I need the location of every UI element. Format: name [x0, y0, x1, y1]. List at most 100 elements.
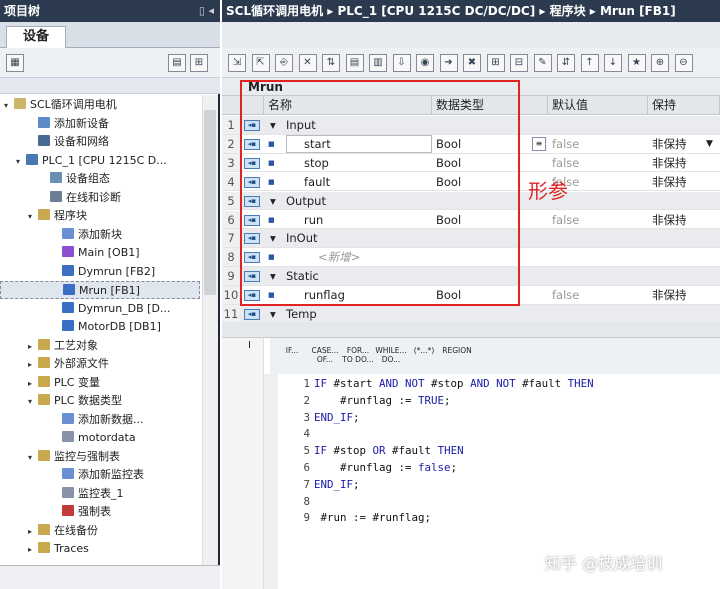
code-line[interactable]: 6 #runflag := false; [280, 460, 457, 477]
param-retain[interactable]: 非保持 [652, 211, 687, 229]
tree-item[interactable]: 添加新块 [0, 226, 200, 244]
add-row-icon[interactable]: ⇱ [251, 54, 270, 72]
tree-item[interactable]: ▾ SCL循环调用电机 [0, 96, 200, 114]
expand-toggle-icon[interactable]: ▾ [28, 393, 38, 410]
keyword-button[interactable]: REGION [441, 342, 473, 370]
keyword-button[interactable]: IF... [276, 342, 308, 370]
expand-toggle-icon[interactable]: ▸ [28, 338, 38, 355]
expand-toggle-icon[interactable]: ▸ [28, 375, 38, 392]
code-text[interactable]: END_IF; [314, 478, 360, 491]
tree-item[interactable]: ▸ 工艺对象 [0, 337, 200, 355]
tree-item[interactable]: motordata [0, 429, 200, 447]
code-line[interactable]: 4 [280, 426, 314, 443]
tree-item[interactable]: MotorDB [DB1] [0, 318, 200, 336]
expand-icon[interactable]: ⊕ [651, 54, 669, 72]
tree-item[interactable]: ▸ 在线备份 [0, 522, 200, 540]
goto-icon[interactable]: ➜ [439, 54, 458, 72]
keyword-button[interactable]: FOR... TO DO... [342, 342, 374, 370]
param-retain[interactable]: 非保持 [652, 286, 687, 304]
code-text[interactable]: IF #start AND NOT #stop AND NOT #fault T… [314, 377, 594, 390]
expand-toggle-icon[interactable]: ▸ [28, 523, 38, 540]
insert-network-icon[interactable]: ⎆ [275, 54, 293, 72]
code-line[interactable]: 9 #run := #runflag; [280, 510, 431, 527]
param-default[interactable]: false [552, 211, 579, 229]
view-list-icon[interactable]: ▥ [369, 54, 387, 72]
tree-item[interactable]: 强制表 [0, 503, 200, 521]
download-icon[interactable]: ⇩ [392, 54, 411, 72]
retain-dropdown-icon[interactable]: ▼ [706, 135, 713, 153]
code-line[interactable]: 5 IF #stop OR #fault THEN [280, 443, 464, 460]
tree-item[interactable]: Main [OB1] [0, 244, 200, 262]
tree-item[interactable]: ▸ Traces [0, 540, 200, 558]
pin-icon[interactable]: ▯ ◂ [199, 0, 214, 22]
tree-item[interactable]: ▾ 程序块 [0, 207, 200, 225]
tree-item[interactable]: ▸ 外部源文件 [0, 355, 200, 373]
param-retain[interactable]: 非保持 [652, 173, 687, 191]
col-header-default[interactable]: 默认值 [548, 96, 648, 115]
code-text[interactable]: #runflag := false; [314, 461, 457, 474]
tree-item[interactable]: Dymrun [FB2] [0, 263, 200, 281]
code-text[interactable]: END_IF; [314, 411, 360, 424]
favorites-icon[interactable]: ★ [627, 54, 646, 72]
col-header-retain[interactable]: 保持 [648, 96, 720, 115]
tree-item[interactable]: 添加新设备 [0, 115, 200, 133]
tree-item[interactable]: ▸ PLC 变量 [0, 374, 200, 392]
down-icon[interactable]: ↓ [604, 54, 622, 72]
collapse-icon[interactable]: ⊖ [674, 54, 693, 72]
add-device-icon[interactable]: ⊞ [190, 54, 208, 72]
close-all-icon[interactable]: ⊟ [510, 54, 528, 72]
expand-toggle-icon[interactable]: ▾ [28, 208, 38, 225]
up-icon[interactable]: ↑ [580, 54, 599, 72]
code-line[interactable]: 1 IF #start AND NOT #stop AND NOT #fault … [280, 376, 594, 393]
code-line[interactable]: 7 END_IF; [280, 477, 360, 494]
tree-item[interactable]: 设备和网络 [0, 133, 200, 151]
tree-item[interactable]: Dymrun_DB [D... [0, 300, 200, 318]
expand-toggle-icon[interactable]: ▸ [28, 541, 38, 558]
close-icon[interactable]: ✖ [463, 54, 481, 72]
code-text[interactable]: #runflag := TRUE; [314, 394, 451, 407]
tree-item[interactable]: ▾ 监控与强制表 [0, 448, 200, 466]
insert-row-icon[interactable]: ⇲ [228, 54, 246, 72]
tree-view-icon[interactable]: ▦ [6, 54, 24, 72]
keyword-button[interactable]: WHILE... DO... [375, 342, 407, 370]
code-line[interactable]: 3 END_IF; [280, 410, 360, 427]
tree-scroll-thumb[interactable] [204, 110, 216, 295]
tree-item[interactable]: 添加新数据... [0, 411, 200, 429]
tab-devices[interactable]: 设备 [6, 26, 66, 48]
tree-item[interactable]: 设备组态 [0, 170, 200, 188]
tree-item[interactable]: 添加新监控表 [0, 466, 200, 484]
expand-toggle-icon[interactable]: ▾ [16, 153, 26, 170]
tree-item[interactable]: 在线和诊断 [0, 189, 200, 207]
param-retain[interactable]: 非保持 [652, 154, 687, 172]
param-default[interactable]: false [552, 135, 579, 153]
param-default[interactable]: false [552, 154, 579, 172]
code-text[interactable]: #run := #runflag; [314, 511, 432, 524]
tree-item[interactable]: Mrun [FB1] [0, 281, 200, 299]
expand-toggle-icon[interactable]: ▾ [4, 97, 14, 114]
monitor-icon[interactable]: ◉ [416, 54, 434, 72]
param-retain[interactable]: 非保持 [652, 135, 687, 153]
type-list-icon[interactable]: ≡ [532, 136, 546, 151]
table-view-icon[interactable]: ▤ [168, 54, 186, 72]
reorder-icon[interactable]: ⇅ [322, 54, 340, 72]
tree-item[interactable]: ▾ PLC_1 [CPU 1215C D... [0, 152, 200, 170]
view-compact-icon[interactable]: ▤ [345, 54, 364, 72]
editor-splitter[interactable] [222, 322, 720, 338]
param-default[interactable]: false [552, 286, 579, 304]
code-line[interactable]: 2 #runflag := TRUE; [280, 393, 451, 410]
tree-item[interactable]: ▾ PLC 数据类型 [0, 392, 200, 410]
section-toggle-icon[interactable]: ▾ [270, 305, 276, 323]
interface-row[interactable]: 11 ◂▪ ▾ Temp [222, 305, 720, 324]
delete-icon[interactable]: ✕ [298, 54, 317, 72]
sort-icon[interactable]: ⇵ [557, 54, 575, 72]
code-text[interactable]: IF #stop OR #fault THEN [314, 444, 464, 457]
keyword-button[interactable]: (*...*) [408, 342, 440, 370]
code-line[interactable]: 8 [280, 494, 314, 511]
param-name[interactable]: Temp [286, 305, 317, 323]
expand-toggle-icon[interactable]: ▸ [28, 356, 38, 373]
keyword-button[interactable]: CASE... OF... [309, 342, 341, 370]
tree-item[interactable]: 监控表_1 [0, 485, 200, 503]
open-all-icon[interactable]: ⊞ [486, 54, 505, 72]
comments-icon[interactable]: ✎ [533, 54, 552, 72]
expand-toggle-icon[interactable]: ▾ [28, 449, 38, 466]
